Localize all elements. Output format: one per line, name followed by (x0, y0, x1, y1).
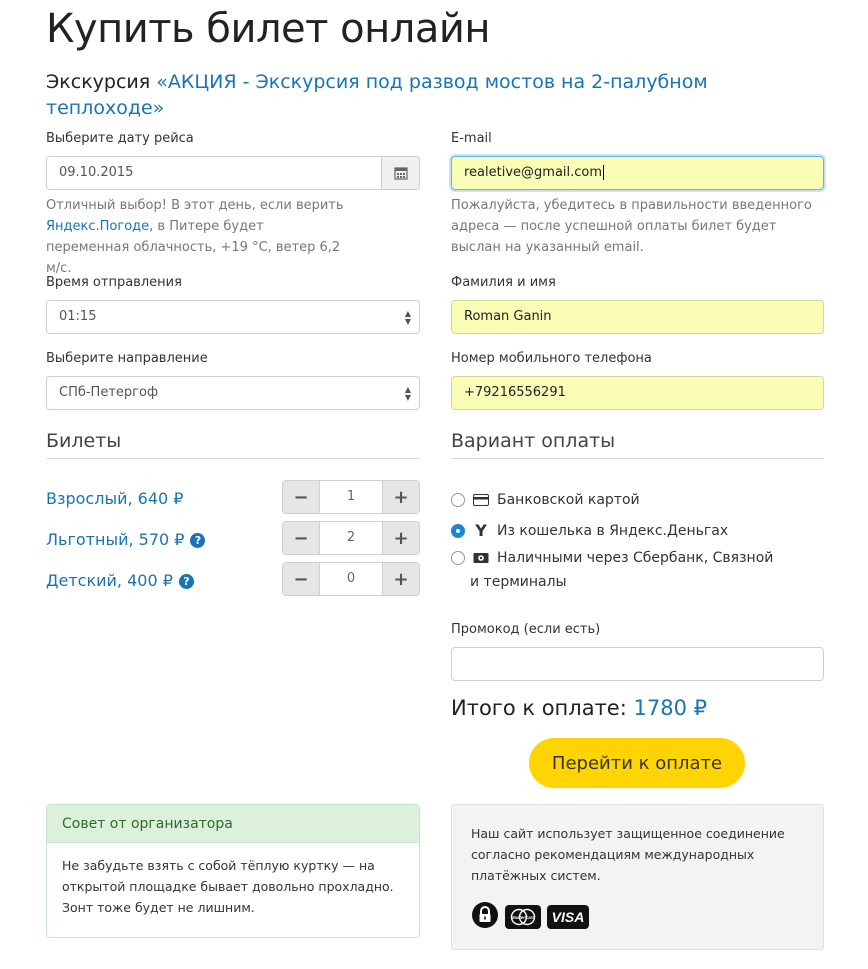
radio-button[interactable] (451, 493, 465, 507)
radio-button[interactable] (451, 551, 465, 565)
calendar-button[interactable] (381, 157, 419, 189)
quantity-stepper-adult: − 1 + (282, 480, 420, 514)
go-to-payment-button[interactable]: Перейти к оплате (529, 738, 745, 788)
tip-title: Совет от организатора (47, 805, 419, 843)
divider (46, 458, 420, 459)
payment-option-yandex[interactable]: Y Из кошелька в Яндекс.Деньгах (451, 521, 728, 540)
select-arrows-icon: ▲ ▼ (404, 385, 411, 402)
minus-icon: − (293, 527, 309, 549)
date-input[interactable]: 09.10.2015 (46, 156, 420, 190)
payment-title: Вариант оплаты (451, 430, 616, 452)
promo-field[interactable] (451, 647, 824, 681)
payment-option-label: Из кошелька в Яндекс.Деньгах (497, 522, 729, 539)
total-amount: 1780 ₽ (633, 696, 707, 720)
minus-button[interactable]: − (283, 522, 319, 554)
ticket-label-text: Детский, 400 ₽ (46, 571, 173, 590)
question-icon[interactable]: ? (178, 574, 194, 589)
time-label: Время отправления (46, 275, 182, 290)
mastercard-text: MasterCard (511, 915, 535, 920)
payment-option-label: Наличными через Сбербанк, Связной (497, 550, 774, 566)
plus-icon: + (393, 568, 409, 590)
phone-field[interactable]: +79216556291 (451, 376, 824, 410)
promo-label: Промокод (если есть) (451, 622, 601, 637)
security-notice: Наш сайт использует защищенное соединени… (451, 804, 824, 950)
ticket-label-child[interactable]: Детский, 400 ₽? (46, 571, 194, 590)
minus-icon: − (293, 568, 309, 590)
yandex-money-icon: Y (475, 521, 487, 540)
credit-card-icon (473, 494, 489, 506)
name-field[interactable]: Roman Ganin (451, 300, 824, 334)
email-label: E-mail (451, 131, 492, 146)
visa-logo-icon: VISA (547, 905, 589, 929)
select-arrows-icon: ▲ ▼ (404, 309, 411, 326)
payment-option-label: Банковской картой (497, 492, 640, 508)
quantity-stepper-child: − 0 + (282, 562, 420, 596)
plus-button[interactable]: + (383, 522, 419, 554)
total-label: Итого к оплате: (451, 696, 627, 720)
ticket-label-adult[interactable]: Взрослый, 640 ₽ (46, 489, 183, 508)
tickets-title: Билеты (46, 430, 122, 452)
direction-label: Выберите направление (46, 351, 208, 366)
email-value: realetive@gmail.com (464, 165, 603, 180)
weather-text-1: Отличный выбор! В этот день, если верить (46, 198, 344, 213)
tip-text: Не забудьте взять с собой тёплую куртку … (62, 858, 394, 915)
security-text: Наш сайт использует защищенное соединени… (471, 826, 785, 883)
name-label: Фамилия и имя (451, 275, 556, 290)
question-icon[interactable]: ? (190, 533, 206, 548)
calendar-icon (393, 167, 408, 180)
minus-icon: − (293, 486, 309, 508)
payment-logos: MasterCard VISA (471, 901, 589, 933)
payment-option-cash[interactable]: Наличными через Сбербанк, Связной (451, 550, 773, 566)
date-label: Выберите дату рейса (46, 131, 194, 146)
plus-icon: + (393, 527, 409, 549)
excursion-title: Экскурсия «АКЦИЯ - Экскурсия под развод … (46, 69, 826, 121)
quantity-stepper-reduced: − 2 + (282, 521, 420, 555)
quantity-input[interactable]: 2 (319, 522, 383, 554)
email-field[interactable]: realetive@gmail.com (451, 156, 824, 190)
payment-option-card[interactable]: Банковской картой (451, 492, 640, 508)
text-cursor (603, 165, 605, 180)
quantity-input[interactable]: 1 (319, 481, 383, 513)
phone-label: Номер мобильного телефона (451, 351, 652, 366)
total: Итого к оплате: 1780 ₽ (451, 696, 707, 720)
date-value: 09.10.2015 (59, 165, 134, 180)
mastercard-logo-icon: MasterCard (505, 905, 541, 929)
radio-button-checked[interactable] (451, 523, 465, 538)
ticket-label-text: Льготный, 570 ₽ (46, 530, 185, 549)
plus-icon: + (393, 486, 409, 508)
quantity-input[interactable]: 0 (319, 563, 383, 595)
organizer-tip: Совет от организатора Не забудьте взять … (46, 804, 420, 938)
time-select[interactable]: 01:15 ▲ ▼ (46, 300, 420, 334)
yandex-weather-link[interactable]: Яндекс.Погоде (46, 219, 149, 234)
weather-note: Отличный выбор! В этот день, если верить… (46, 195, 346, 279)
plus-button[interactable]: + (383, 481, 419, 513)
page-title: Купить билет онлайн (46, 6, 491, 52)
cash-icon (473, 552, 489, 564)
excursion-prefix: Экскурсия (46, 71, 151, 93)
plus-button[interactable]: + (383, 563, 419, 595)
lock-icon (471, 901, 499, 933)
divider (451, 458, 824, 459)
direction-select[interactable]: СПб-Петергоф ▲ ▼ (46, 376, 420, 410)
minus-button[interactable]: − (283, 481, 319, 513)
ticket-label-reduced[interactable]: Льготный, 570 ₽? (46, 530, 206, 549)
payment-option-cash-line2: и терминалы (470, 574, 567, 590)
email-help: Пожалуйста, убедитесь в правильности вве… (451, 198, 812, 255)
direction-value: СПб-Петергоф (59, 385, 159, 400)
minus-button[interactable]: − (283, 563, 319, 595)
time-value: 01:15 (59, 309, 97, 324)
ticket-label-text: Взрослый, 640 ₽ (46, 489, 184, 508)
